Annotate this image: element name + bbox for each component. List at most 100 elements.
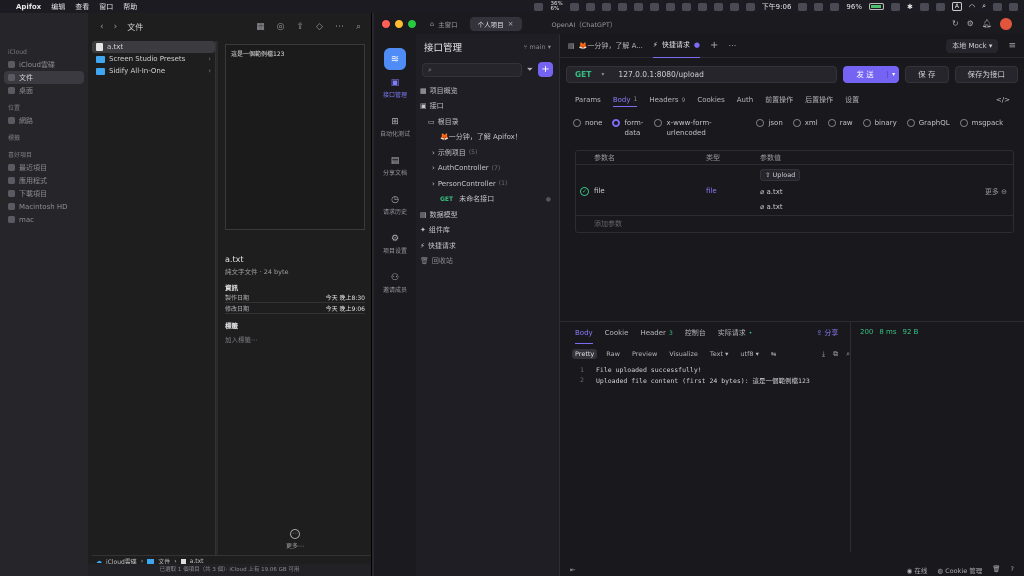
encoding-select[interactable]: utf8 ▾	[737, 349, 761, 359]
sidebar-item-downloads[interactable]: 下載項目	[0, 187, 88, 200]
tree-item[interactable]: GET 未命名接口 ●	[416, 192, 559, 208]
tree-item[interactable]: 🦊一分钟，了解 Apifox！	[416, 130, 559, 146]
back-icon[interactable]: ‹	[100, 22, 104, 32]
body-type-option[interactable]: msgpack	[959, 119, 1003, 127]
response-tab[interactable]: Cookie	[605, 322, 629, 344]
input-source-icon[interactable]: A	[951, 2, 962, 11]
wifi-icon[interactable]: ◠	[969, 3, 975, 11]
copy-icon[interactable]: ⧉	[833, 350, 838, 359]
add-tags-field[interactable]: 加入標籤⋯	[225, 334, 365, 344]
tray-icon[interactable]	[697, 2, 707, 11]
attached-file[interactable]: ⌀ a.txt	[760, 203, 985, 211]
close-window-icon[interactable]	[382, 19, 390, 28]
maximize-window-icon[interactable]	[408, 19, 416, 28]
view-options-icon[interactable]: ▦	[256, 22, 265, 32]
tree-item[interactable]: ▭ 根目录	[416, 114, 559, 130]
download-icon[interactable]: ⤓	[822, 350, 825, 359]
tab-body[interactable]: Body 1	[612, 93, 638, 107]
upload-button[interactable]: ⇧ Upload	[760, 169, 801, 181]
sidebar-item-recents[interactable]: 最近項目	[0, 161, 88, 174]
tab-auth[interactable]: Auth	[737, 93, 753, 107]
body-type-option[interactable]: none	[573, 119, 602, 127]
sidebar-item-macintosh-hd[interactable]: Macintosh HD	[0, 200, 88, 213]
tray-icon[interactable]	[729, 2, 739, 11]
search-input[interactable]: ⌕	[422, 62, 522, 77]
tray-icon[interactable]	[814, 2, 824, 11]
tree-item[interactable]: › 示例项目 (5)	[416, 145, 559, 161]
chevron-down-icon[interactable]: ▾	[887, 71, 899, 78]
tray-icon[interactable]	[649, 2, 659, 11]
add-button[interactable]: +	[538, 62, 553, 77]
attached-file[interactable]: ⌀ a.txt	[760, 188, 985, 196]
tray-icon[interactable]	[665, 2, 675, 11]
airdrop-icon[interactable]: ◎	[277, 22, 285, 32]
format-preview[interactable]: Preview	[629, 349, 660, 359]
radio-icon[interactable]	[612, 119, 621, 127]
radio-icon[interactable]	[792, 119, 801, 127]
clock[interactable]: 下午9:06	[762, 2, 792, 12]
check-icon[interactable]: ✓	[580, 187, 589, 196]
tab-personal-project[interactable]: 个人项目 ×	[469, 16, 522, 31]
format-visualize[interactable]: Visualize	[666, 349, 701, 359]
radio-icon[interactable]	[573, 119, 581, 127]
code-icon[interactable]: </>	[996, 96, 1024, 104]
response-tab[interactable]: Header 3	[640, 322, 672, 344]
menu-app[interactable]: Apifox	[16, 3, 41, 11]
tree-item[interactable]: ⚡︎ 快捷请求	[416, 238, 559, 254]
tray-icon[interactable]	[798, 2, 808, 11]
tab-openai[interactable]: OpenAI（ChatGPT）	[544, 17, 625, 31]
body-type-option[interactable]: json	[756, 119, 783, 127]
doc-tab-quick-request[interactable]: ⚡︎ 快捷请求 ●	[652, 34, 700, 58]
tag-icon[interactable]: ◇	[316, 22, 323, 32]
tray-icon[interactable]	[713, 2, 723, 11]
save-button[interactable]: 保 存	[905, 66, 949, 83]
format-pretty[interactable]: Pretty	[572, 349, 598, 359]
tray-icon[interactable]	[569, 2, 579, 11]
avatar[interactable]	[1000, 17, 1012, 30]
rail-api-management[interactable]: ▣ 接口管理	[374, 78, 416, 99]
filter-icon[interactable]: ⏷	[527, 65, 533, 75]
gear-icon[interactable]: ⚙	[967, 19, 974, 28]
more-icon[interactable]: ⋯	[728, 41, 736, 50]
sidebar-item-desktop[interactable]: 桌面	[0, 84, 88, 97]
online-status[interactable]: ◉ 在线	[907, 565, 928, 575]
cpu-meter[interactable]: 36% 6%	[550, 1, 562, 12]
add-param-input[interactable]: 添加参数	[576, 216, 1013, 232]
tray-icon[interactable]	[534, 2, 544, 11]
body-type-option[interactable]: xml	[792, 119, 818, 127]
tab-params[interactable]: Params	[575, 93, 601, 107]
more-button[interactable]: 更多 ⊖	[985, 187, 1013, 197]
rail-automation[interactable]: ⊞ 自动化测试	[374, 117, 416, 138]
tree-item[interactable]: ▣ 接口	[416, 99, 559, 115]
menu-edit[interactable]: 编辑	[51, 2, 65, 12]
radio-icon[interactable]	[654, 119, 663, 127]
menu-window[interactable]: 窗口	[99, 2, 113, 12]
sidebar-item-applications[interactable]: 應用程式	[0, 174, 88, 187]
sidebar-item-network[interactable]: 網路	[0, 114, 88, 127]
radio-icon[interactable]	[862, 119, 871, 127]
body-type-option[interactable]: raw	[827, 119, 853, 127]
tray-icon[interactable]	[830, 2, 840, 11]
response-tab[interactable]: 控制台	[685, 322, 706, 344]
wrap-icon[interactable]: ⇆	[768, 349, 779, 359]
param-type[interactable]: file	[706, 187, 760, 195]
tree-item[interactable]: 🗑︎ 回收站	[416, 254, 559, 270]
format-raw[interactable]: Raw	[603, 349, 623, 359]
more-icon[interactable]: ⋯	[335, 22, 344, 32]
control-center-icon[interactable]	[993, 2, 1002, 11]
battery-icon[interactable]	[868, 3, 884, 10]
tray-icon[interactable]	[890, 2, 900, 11]
refresh-icon[interactable]: ↻	[952, 19, 959, 28]
response-tab[interactable]: Body	[575, 322, 593, 344]
tree-item[interactable]: › AuthController (7)	[416, 161, 559, 177]
tray-icon[interactable]	[633, 2, 643, 11]
body-type-option[interactable]: GraphQL	[906, 119, 950, 127]
tab-前置操作[interactable]: 前置操作	[765, 93, 793, 107]
tray-icon[interactable]	[919, 2, 929, 11]
branch-selector[interactable]: ⑂ main ▾	[523, 43, 551, 51]
body-type-option[interactable]: x-www-form-urlencoded	[654, 119, 728, 138]
collapse-sidebar-icon[interactable]: ⇤	[570, 566, 575, 574]
sidebar-item-icloud-drive[interactable]: iCloud雲碟	[0, 58, 88, 71]
body-type-option[interactable]: binary	[862, 119, 897, 127]
help-icon[interactable]: ?	[1011, 565, 1014, 575]
